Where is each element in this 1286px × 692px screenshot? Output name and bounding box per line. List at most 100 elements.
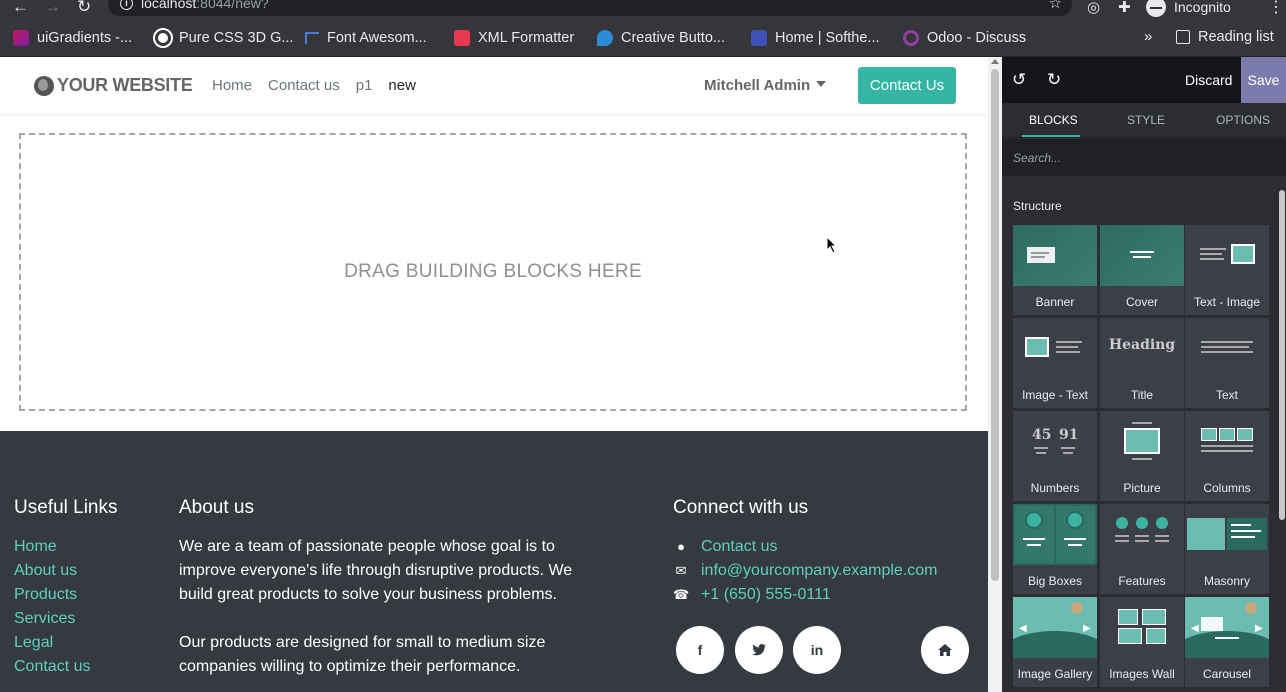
- discard-button[interactable]: Discard: [1185, 72, 1232, 88]
- site-scrollbar[interactable]: [988, 57, 1002, 692]
- footer-link-services[interactable]: Services: [14, 607, 118, 631]
- user-menu[interactable]: Mitchell Admin: [704, 77, 827, 94]
- menu-item-p1[interactable]: p1: [356, 77, 373, 94]
- bookmark-softhealer[interactable]: Home | Softhe...: [751, 29, 880, 47]
- panel-scrollbar[interactable]: [1278, 178, 1286, 692]
- bookmark-creative-buttons[interactable]: Creative Butto...: [597, 29, 725, 47]
- bookmark-label: Home | Softhe...: [775, 30, 880, 46]
- block-image-text[interactable]: Image - Text: [1013, 318, 1097, 408]
- footer-link-about-us[interactable]: About us: [14, 559, 118, 583]
- reading-list-button[interactable]: Reading list: [1176, 29, 1274, 45]
- connect-title: Connect with us: [673, 497, 809, 518]
- menu-item-home[interactable]: Home: [212, 77, 252, 94]
- extension-ring-icon[interactable]: ◎: [1087, 0, 1100, 16]
- scroll-up-icon[interactable]: [991, 59, 999, 64]
- number-sample: 45: [1032, 427, 1052, 443]
- user-name: Mitchell Admin: [704, 77, 811, 94]
- more-bookmarks-button[interactable]: »: [1144, 28, 1152, 45]
- tab-style[interactable]: STYLE: [1127, 113, 1165, 127]
- footer-link-products[interactable]: Products: [14, 583, 118, 607]
- active-tab-indicator: [1022, 135, 1080, 137]
- block-carousel[interactable]: ◀ ▶ Carousel: [1185, 597, 1269, 687]
- bookmark-pure-css[interactable]: Pure CSS 3D G...: [153, 28, 293, 48]
- scrollbar-thumb[interactable]: [991, 69, 999, 581]
- blocks-search-input[interactable]: Search...: [1002, 139, 1286, 176]
- block-picture[interactable]: Picture: [1100, 411, 1184, 501]
- banner-thumbnail: [1013, 225, 1097, 286]
- redo-icon[interactable]: ↻: [1047, 70, 1061, 90]
- bookmark-label: Creative Butto...: [621, 30, 725, 46]
- block-cover[interactable]: Cover: [1100, 225, 1184, 315]
- carousel-thumbnail: ◀ ▶: [1185, 597, 1269, 658]
- tab-blocks[interactable]: BLOCKS: [1029, 113, 1078, 127]
- forward-icon[interactable]: →: [44, 0, 61, 17]
- block-images-wall[interactable]: Images Wall: [1100, 597, 1184, 687]
- footer-contact-link[interactable]: Contact us: [701, 535, 777, 559]
- block-title[interactable]: Heading Title: [1100, 318, 1184, 408]
- bookmark-star-icon[interactable]: ☆: [1049, 0, 1062, 12]
- menu-item-contact-us[interactable]: Contact us: [268, 77, 340, 94]
- undo-icon[interactable]: ↺: [1012, 70, 1026, 90]
- bookmark-uigradients[interactable]: uiGradients -...: [13, 29, 132, 47]
- envelope-icon: ✉: [675, 563, 687, 578]
- image-gallery-thumbnail: ◀ ▶: [1013, 597, 1097, 658]
- number-sample: 91: [1059, 427, 1079, 443]
- footer-link-home[interactable]: Home: [14, 535, 118, 559]
- drop-icon: [597, 30, 613, 46]
- bookmarks-bar: uiGradients -... Pure CSS 3D G... Font A…: [0, 19, 1286, 57]
- contact-link-row[interactable]: ● Contact us: [673, 535, 938, 559]
- bookmark-odoo-discuss[interactable]: Odoo - Discuss: [903, 29, 1026, 47]
- footer-phone-link[interactable]: +1 (650) 555-0111: [701, 583, 831, 607]
- structure-section-title: Structure: [1013, 199, 1062, 213]
- site-info-icon[interactable]: i: [120, 0, 133, 10]
- block-features[interactable]: Features: [1100, 504, 1184, 594]
- block-columns[interactable]: Columns: [1185, 411, 1269, 501]
- website-canvas: YOUR WEBSITE Home Contact us p1 new Mitc…: [0, 57, 988, 692]
- linkedin-icon[interactable]: in: [793, 626, 841, 674]
- phone-row[interactable]: ☎ +1 (650) 555-0111: [673, 583, 938, 607]
- incognito-icon: [1146, 0, 1166, 17]
- block-label: Big Boxes: [1027, 574, 1083, 588]
- tab-options[interactable]: OPTIONS: [1216, 113, 1270, 127]
- menu-item-new[interactable]: new: [388, 77, 416, 94]
- footer-email-link[interactable]: info@yourcompany.example.com: [701, 559, 938, 583]
- block-banner[interactable]: Banner: [1013, 225, 1097, 315]
- drop-zone[interactable]: DRAG BUILDING BLOCKS HERE: [19, 133, 967, 411]
- panel-scrollbar-thumb[interactable]: [1279, 190, 1285, 520]
- reload-icon[interactable]: ↻: [77, 0, 91, 17]
- block-label: Image - Text: [1022, 388, 1088, 402]
- footer-link-legal[interactable]: Legal: [14, 631, 118, 655]
- browser-menu-icon[interactable]: ⋮: [1268, 0, 1284, 17]
- block-text-image[interactable]: Text - Image: [1185, 225, 1269, 315]
- bookmark-label: uiGradients -...: [37, 30, 133, 46]
- block-image-gallery[interactable]: ◀ ▶ Image Gallery: [1013, 597, 1097, 687]
- address-bar[interactable]: i localhost:8044/new? ☆: [108, 0, 1072, 16]
- home-icon[interactable]: [921, 626, 969, 674]
- globe-icon: [34, 75, 54, 96]
- block-numbers[interactable]: 45 91 Numbers: [1013, 411, 1097, 501]
- block-label: Carousel: [1202, 667, 1252, 681]
- masonry-thumbnail: [1185, 504, 1269, 565]
- back-icon[interactable]: ←: [12, 0, 29, 17]
- save-button[interactable]: Save: [1241, 57, 1286, 103]
- codepen-icon: [153, 28, 173, 48]
- block-big-boxes[interactable]: Big Boxes: [1013, 504, 1097, 594]
- site-logo[interactable]: YOUR WEBSITE: [34, 75, 193, 96]
- footer-link-contact-us[interactable]: Contact us: [14, 655, 118, 679]
- block-label: Banner: [1035, 295, 1075, 309]
- incognito-profile[interactable]: Incognito: [1146, 0, 1231, 18]
- block-label: Title: [1130, 388, 1154, 402]
- block-text[interactable]: Text: [1185, 318, 1269, 408]
- twitter-icon[interactable]: [735, 626, 783, 674]
- bookmark-font-awesome[interactable]: Font Awesom...: [305, 29, 427, 47]
- facebook-icon[interactable]: f: [676, 626, 724, 674]
- contact-us-button[interactable]: Contact Us: [858, 67, 956, 104]
- site-menu: Home Contact us p1 new: [212, 77, 416, 94]
- extensions-puzzle-icon[interactable]: ✚: [1118, 0, 1131, 16]
- phone-icon: ☎: [673, 587, 690, 602]
- email-row[interactable]: ✉ info@yourcompany.example.com: [673, 559, 938, 583]
- block-masonry[interactable]: Masonry: [1185, 504, 1269, 594]
- editor-panel: ↺ ↻ Discard Save BLOCKS STYLE OPTIONS Se…: [1002, 57, 1286, 692]
- bookmark-xml-formatter[interactable]: XML Formatter: [454, 29, 574, 47]
- image-text-thumbnail: [1013, 318, 1097, 379]
